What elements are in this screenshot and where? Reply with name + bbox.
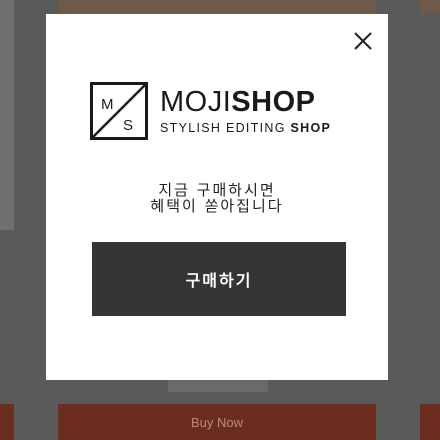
- background-product-card-center: [58, 0, 376, 14]
- tagline-bold: SHOP: [290, 121, 332, 135]
- promo-message-line-1: 지금 구매하시면: [158, 181, 276, 199]
- logo-mark-letter-m: M: [101, 96, 114, 113]
- background-product-card-left: [0, 0, 14, 230]
- brand-name-bold: SHOP: [231, 86, 316, 118]
- logo-mark-graphic: M S: [93, 85, 145, 137]
- purchase-button[interactable]: 구매하기: [92, 242, 346, 316]
- background-buy-now-button: Buy Now: [58, 404, 376, 440]
- logo-mark: M S: [90, 82, 148, 140]
- close-button[interactable]: [352, 30, 374, 52]
- brand-tagline: STYLISH EDITING SHOP: [160, 121, 331, 135]
- brand-name: MOJISHOP: [160, 87, 331, 117]
- background-buy-button-left: [0, 404, 14, 440]
- page: Buy Now M S MOJISHOP STYLISH EDITING SHO…: [0, 0, 440, 440]
- background-product-card-right: [420, 0, 440, 14]
- background-buy-button-right: [420, 404, 440, 440]
- close-icon: [354, 32, 372, 50]
- brand-name-regular: MOJI: [160, 86, 232, 118]
- promo-message: 지금 구매하시면 혜택이 쏟아집니다: [46, 182, 388, 214]
- promo-message-line-2: 혜택이 쏟아집니다: [150, 197, 284, 215]
- mojishop-logo: M S MOJISHOP STYLISH EDITING SHOP: [90, 82, 331, 140]
- promo-modal: M S MOJISHOP STYLISH EDITING SHOP 지금 구매하…: [46, 14, 388, 380]
- tagline-regular: STYLISH EDITING: [160, 121, 291, 135]
- background-shelf: [168, 380, 268, 392]
- logo-mark-letter-s: S: [123, 117, 133, 134]
- logo-text: MOJISHOP STYLISH EDITING SHOP: [160, 87, 331, 135]
